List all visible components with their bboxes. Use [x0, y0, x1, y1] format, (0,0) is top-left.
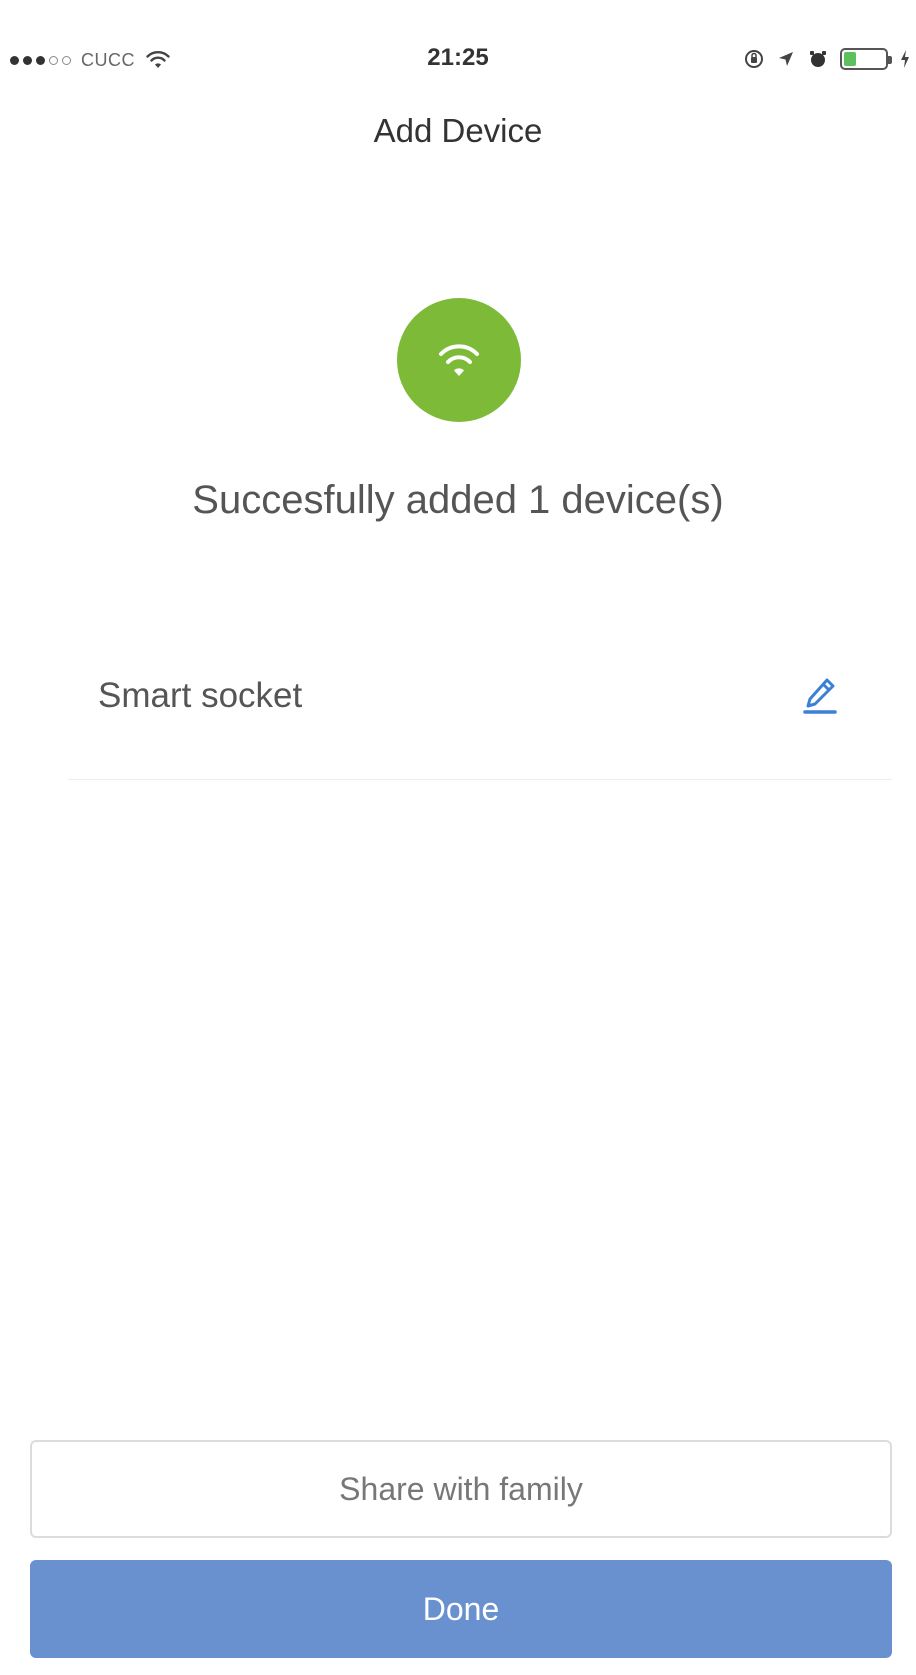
- location-arrow-icon: [779, 52, 793, 66]
- charging-bolt-icon: [901, 50, 909, 68]
- device-name: Smart socket: [98, 676, 303, 715]
- success-wifi-badge: [397, 298, 521, 422]
- share-with-family-button[interactable]: Share with family: [30, 1440, 892, 1538]
- lock-rotation-icon: [745, 50, 763, 68]
- page-title: Add Device: [373, 112, 543, 149]
- edit-pencil-icon: [803, 678, 837, 714]
- alarm-icon: [810, 51, 826, 67]
- battery-level-fill: [844, 52, 856, 66]
- success-message: Succesfully added 1 device(s): [192, 478, 724, 522]
- done-button[interactable]: Done: [30, 1560, 892, 1658]
- wifi-icon: [439, 344, 479, 376]
- battery-icon: [840, 48, 892, 70]
- device-row: Smart socket: [68, 660, 892, 780]
- status-right: [744, 46, 910, 72]
- status-bar: CUCC 21:25: [0, 0, 916, 120]
- edit-device-name-button[interactable]: [798, 674, 842, 718]
